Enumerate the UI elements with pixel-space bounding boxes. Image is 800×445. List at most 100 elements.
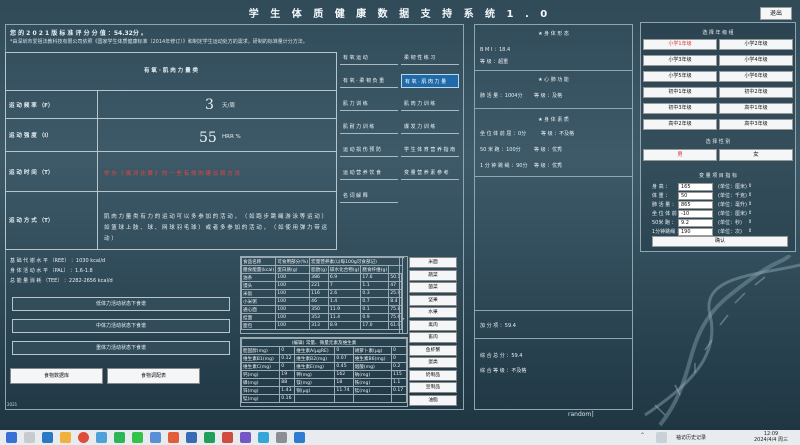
grade-option-button[interactable]: 初中3年级 xyxy=(643,103,717,114)
app-icon[interactable] xyxy=(150,432,161,443)
food-category-button[interactable]: 畜肉 xyxy=(409,332,457,343)
table-cell: 油条 xyxy=(241,273,277,282)
spinner-icon[interactable]: ⇕ xyxy=(748,219,752,225)
spinner-icon[interactable]: ⇕ xyxy=(748,192,752,198)
scroll-up-icon[interactable]: ˄ xyxy=(400,257,407,264)
spinner-icon[interactable]: ⇕ xyxy=(748,210,752,216)
menu-item[interactable]: 肌 肉 力 训 练 xyxy=(401,97,459,111)
table-row[interactable]: 油条1003866.917.650.10.9 xyxy=(241,273,402,282)
food-category-button[interactable]: 米面 xyxy=(409,257,457,268)
spinner-icon[interactable]: ⇕ xyxy=(748,201,752,207)
grade-option-button[interactable]: 初中1年级 xyxy=(643,87,717,98)
grade-option-button[interactable]: 小学4年级 xyxy=(719,55,793,66)
gender-male-button[interactable]: 男 xyxy=(643,149,717,161)
measure-field-input[interactable]: 865 xyxy=(678,201,713,209)
app-icon[interactable] xyxy=(656,432,667,443)
confirm-button[interactable]: 确认 xyxy=(652,236,788,247)
grade-option-button[interactable]: 小学3年级 xyxy=(643,55,717,66)
app-icon[interactable] xyxy=(294,432,305,443)
grade-option-button[interactable]: 小学5年级 xyxy=(643,71,717,82)
history-label[interactable]: 袖访历史记录 xyxy=(676,434,706,441)
chrome-icon[interactable] xyxy=(78,432,89,443)
table-cell: 100 xyxy=(275,273,311,282)
food-category-button[interactable]: 豆制品 xyxy=(409,382,457,393)
measure-field-input[interactable]: -10 xyxy=(678,210,713,218)
menu-item[interactable]: 肌 力 训 练 xyxy=(340,97,398,111)
app-icon[interactable] xyxy=(258,432,269,443)
table-row[interactable]: 米饭1001162.60.325.90.3 xyxy=(241,289,402,298)
edge-icon[interactable] xyxy=(96,432,107,443)
app-icon[interactable] xyxy=(276,432,287,443)
measure-field-unit: (单位：秒) xyxy=(718,220,742,226)
exit-button[interactable]: 退出 xyxy=(760,7,792,20)
food-category-button[interactable]: 油脂 xyxy=(409,394,457,406)
food-category-button[interactable]: 奶制品 xyxy=(409,369,457,381)
grade-option-button[interactable]: 高中2年级 xyxy=(643,119,717,130)
divider xyxy=(474,338,633,339)
table-row[interactable]: 挂面10035311.40.975.60.5 xyxy=(241,313,402,322)
table-cell: 100 xyxy=(275,289,311,298)
word-icon[interactable] xyxy=(186,432,197,443)
folder-icon[interactable] xyxy=(60,432,71,443)
food-database-button[interactable]: 食物数据库 xyxy=(10,368,103,384)
high-activity-recipe-button[interactable]: 重体力活动状态下食谱 xyxy=(12,341,230,355)
gender-female-button[interactable]: 女 xyxy=(719,149,793,161)
frequency-unit: 天/周 xyxy=(222,103,235,109)
menu-item[interactable]: 肌 耐 力 训 练 xyxy=(340,120,398,134)
food-category-button[interactable]: 菌菜 xyxy=(409,282,457,293)
table-cell: 11.4 xyxy=(327,313,362,322)
food-category-button[interactable]: 禽肉 xyxy=(409,319,457,331)
menu-item[interactable]: 柔 韧 性 练 习 xyxy=(401,51,459,65)
ppt-icon[interactable] xyxy=(222,432,233,443)
low-activity-recipe-button[interactable]: 低体力活动状态下食谱 xyxy=(12,297,230,311)
food-category-button[interactable]: 蛋类 xyxy=(409,357,457,368)
spinner-icon[interactable]: ⇕ xyxy=(748,228,752,234)
grade-option-button[interactable]: 小学1年级 xyxy=(643,39,717,50)
mid-activity-recipe-button[interactable]: 中体力活动状态下食谱 xyxy=(12,319,230,333)
grade-option-button[interactable]: 小学6年级 xyxy=(719,71,793,82)
grade-option-button[interactable]: 高中1年级 xyxy=(719,103,793,114)
menu-item[interactable]: 学 生 体 育 营 养 指 南 xyxy=(401,143,459,157)
table-row[interactable]: 小米粥100461.40.78.40 xyxy=(241,297,402,306)
table-cell: 胡萝卜素(μg) xyxy=(352,346,392,355)
office-icon[interactable] xyxy=(168,432,179,443)
scroll-down-icon[interactable]: ˅ xyxy=(400,318,407,325)
measure-field-input[interactable]: 165 xyxy=(678,183,713,191)
grade-option-button[interactable]: 高中3年级 xyxy=(719,119,793,130)
table-row[interactable]: 通心面10035011.90.175.80.4 xyxy=(241,305,402,314)
measure-field-input[interactable]: 9.2 xyxy=(678,219,713,227)
table-header: 食品名称 xyxy=(241,257,277,266)
menu-item[interactable]: 名 词 解 释 xyxy=(340,189,398,203)
app-icon[interactable] xyxy=(42,432,53,443)
measure-field-input[interactable]: 190 xyxy=(678,228,713,236)
grade-option-button[interactable]: 小学2年级 xyxy=(719,39,793,50)
menu-item[interactable]: 运 动 损 伤 预 防 xyxy=(340,143,398,157)
menu-item[interactable]: 运 动 营 养 饮 食 xyxy=(340,166,398,180)
food-category-button[interactable]: 鱼虾蟹 xyxy=(409,344,457,356)
menu-item[interactable]: 有 氧 · 柔 韧 负 重 xyxy=(340,74,398,88)
food-category-button[interactable]: 蔬菜 xyxy=(409,269,457,281)
spinner-icon[interactable]: ⇕ xyxy=(748,183,752,189)
start-icon[interactable] xyxy=(6,432,17,443)
menu-item[interactable]: 有 氧 · 肌 肉 力 量 xyxy=(401,74,459,88)
food-category-button[interactable]: 水果 xyxy=(409,307,457,318)
grade-option-button[interactable]: 初中2年级 xyxy=(719,87,793,98)
wechat-icon[interactable] xyxy=(114,432,125,443)
excel-icon[interactable] xyxy=(204,432,215,443)
tray-arrow-icon[interactable]: ⌃ xyxy=(640,432,651,443)
rope-level: 等 级 ：优秀 xyxy=(534,163,563,169)
search-icon[interactable] xyxy=(24,432,35,443)
food-mix-table-button[interactable]: 食物调配表 xyxy=(107,368,200,384)
food-table-scrollbar[interactable]: ˄ ˅ xyxy=(399,256,408,334)
table-row[interactable]: 馒头10022171.1471.3 xyxy=(241,281,402,290)
menu-item[interactable]: 有 氧 运 动 xyxy=(340,51,398,65)
food-category-button[interactable]: 坚果 xyxy=(409,294,457,306)
table-cell: 维生素A(μgRE) xyxy=(294,346,336,355)
chat-icon[interactable] xyxy=(132,432,143,443)
measure-field-input[interactable]: 50 xyxy=(678,192,713,200)
table-header: 脂肪(g) xyxy=(309,265,329,274)
menu-item[interactable]: 爆 发 力 训 练 xyxy=(401,120,459,134)
menu-item[interactable]: 变 量 营 养 素 参 考 xyxy=(401,166,459,180)
app-icon[interactable] xyxy=(240,432,251,443)
table-row[interactable]: 面包1003138.917.061.00.5 xyxy=(241,321,402,330)
